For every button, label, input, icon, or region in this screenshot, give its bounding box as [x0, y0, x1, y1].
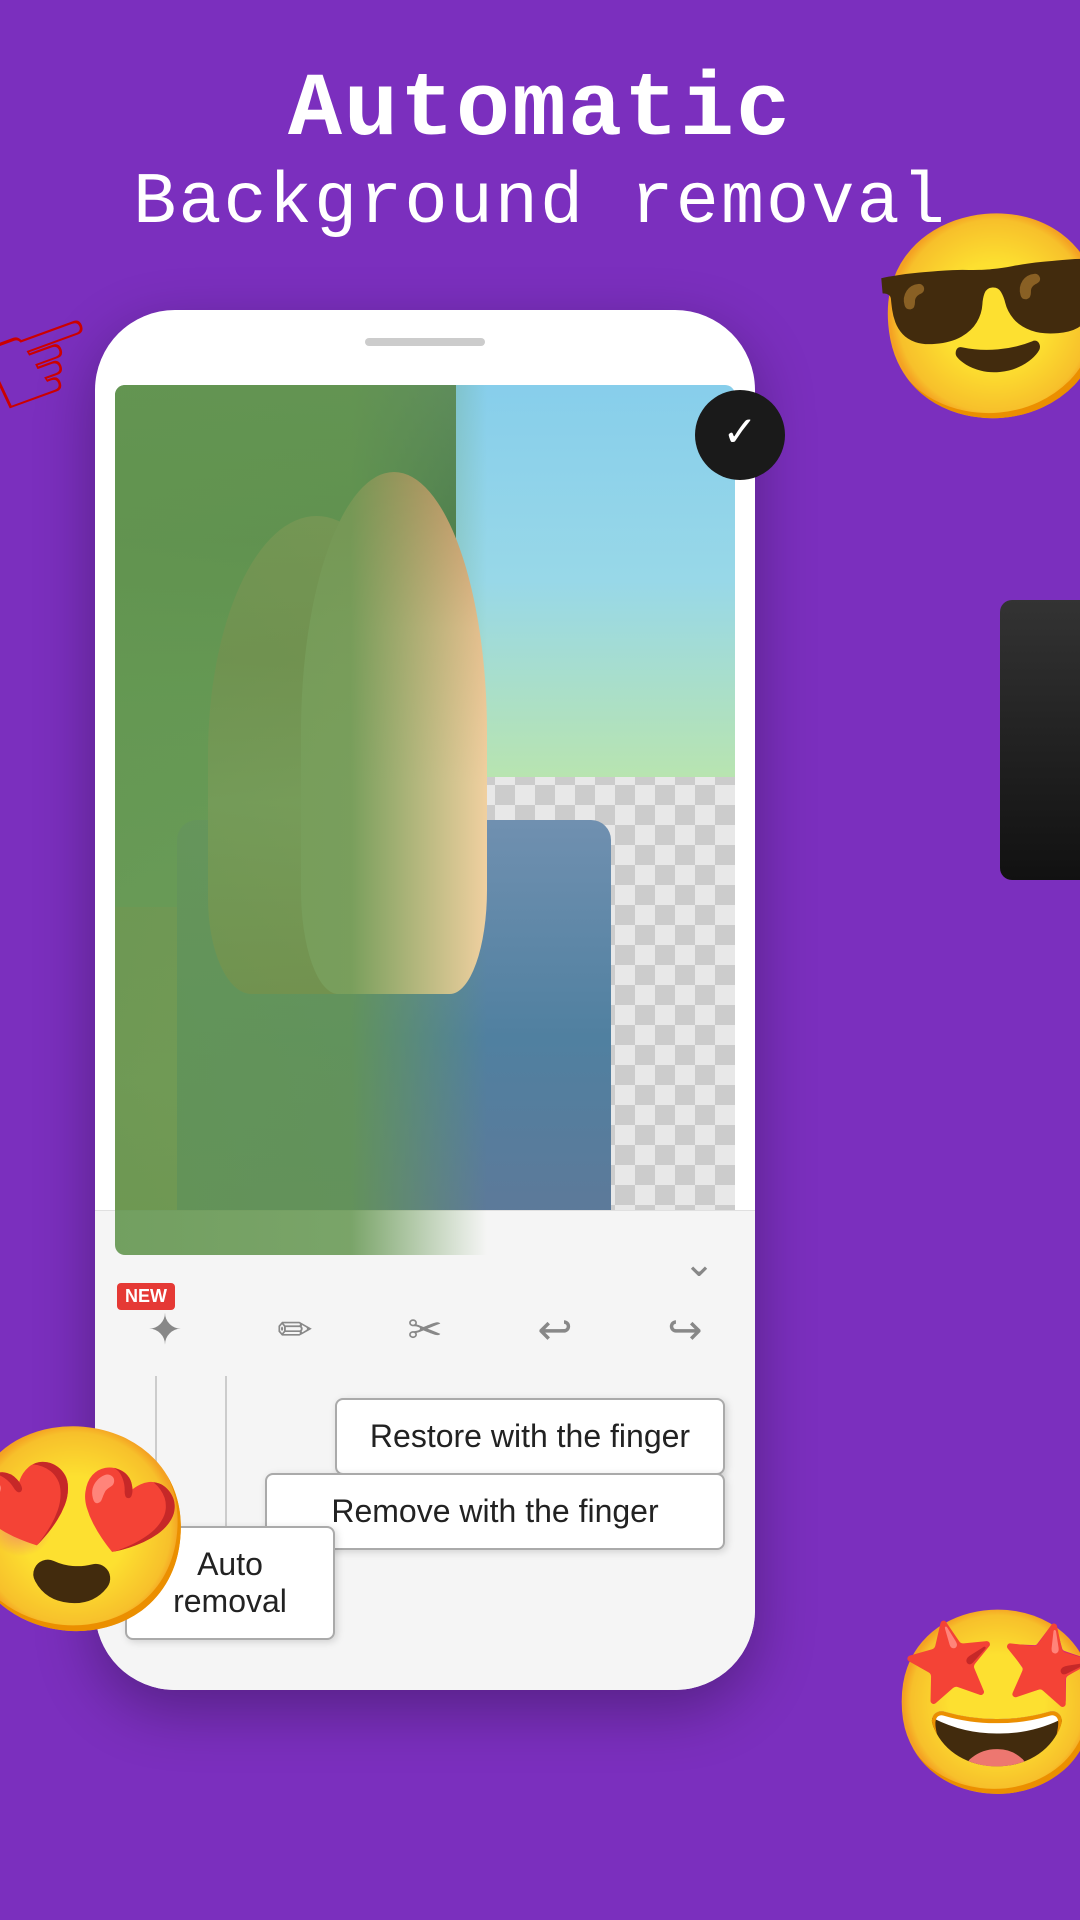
emoji-star-decoration: 🤩 [886, 1598, 1080, 1820]
undo-icon: ↩ [537, 1305, 572, 1357]
wand-icon: ✦ [147, 1305, 182, 1357]
new-badge: NEW [117, 1283, 175, 1310]
redo-icon: ↪ [667, 1305, 702, 1357]
confirm-button[interactable]: ✓ [695, 390, 785, 480]
redo-button[interactable]: ↪ [645, 1291, 725, 1371]
dark-rectangle-decoration [1000, 600, 1080, 880]
image-area[interactable] [115, 385, 735, 1255]
eraser-icon: ✂ [407, 1305, 442, 1357]
restore-tooltip: Restore with the finger [335, 1398, 725, 1475]
eraser-button[interactable]: ✂ [385, 1291, 465, 1371]
brush-button[interactable]: ✏ [255, 1291, 335, 1371]
tools-row: NEW ✦ ✏ ✂ ↩ ↪ [95, 1291, 755, 1371]
emoji-heart-decoration: 😍 [0, 1403, 209, 1671]
emoji-sunglasses-decoration: 😎 [861, 190, 1080, 458]
brush-icon: ✏ [277, 1305, 312, 1357]
checkmark-icon: ✓ [722, 414, 757, 456]
app-title: Automatic [0, 60, 1080, 162]
phone-notch [365, 338, 485, 346]
auto-wand-button[interactable]: NEW ✦ [125, 1291, 205, 1371]
undo-button[interactable]: ↩ [515, 1291, 595, 1371]
photo-overlay [115, 385, 735, 1255]
